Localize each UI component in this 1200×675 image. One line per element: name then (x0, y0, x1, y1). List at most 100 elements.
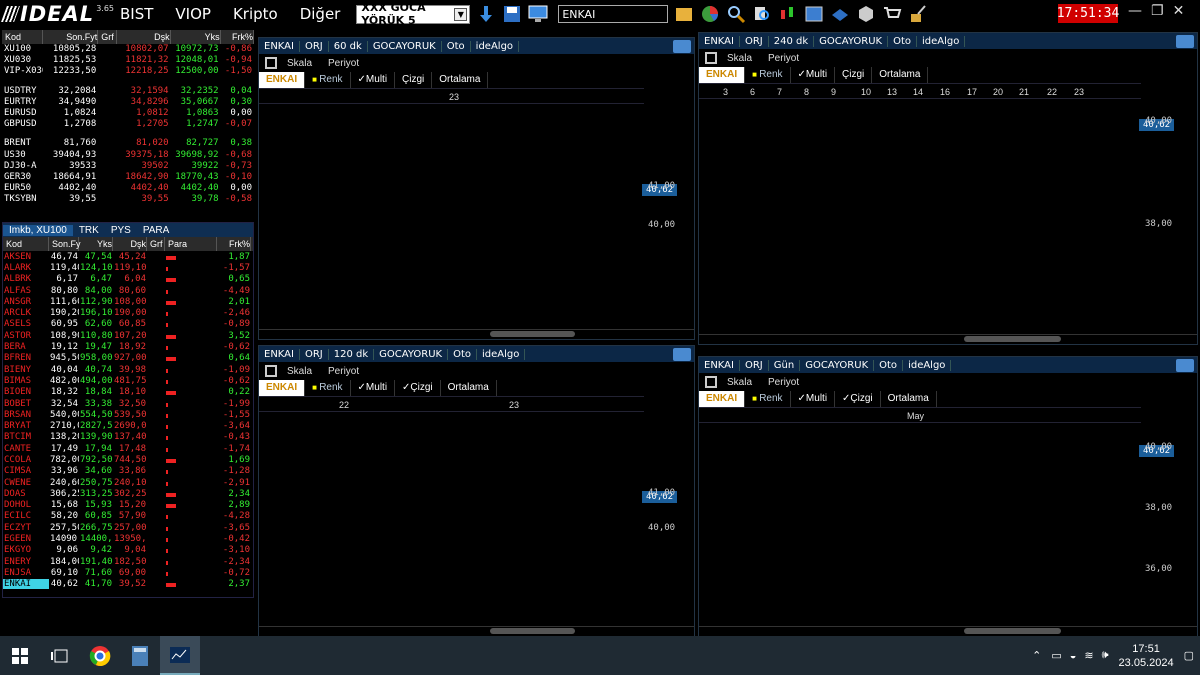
restore-icon[interactable]: ❐ (1151, 3, 1164, 19)
chart-scrollbar[interactable] (699, 626, 1197, 635)
scroll-thumb[interactable] (490, 331, 575, 337)
chart-tool-0[interactable]: Skala (287, 366, 312, 377)
network-icon[interactable]: ◒ (1070, 650, 1077, 662)
chart-title-item[interactable]: 120 dk (329, 348, 375, 360)
list-item[interactable]: DOAS 306,25313,25302,25 2,34 (3, 488, 253, 499)
chart-tab[interactable]: ENKAI (259, 380, 306, 396)
list-item[interactable]: ARCLK 190,20196,10190,00 -2,46 (3, 307, 253, 318)
save-icon[interactable] (705, 52, 717, 64)
chart-title-item[interactable]: ideAlgo (477, 348, 526, 360)
chart-scrollbar[interactable] (259, 329, 694, 338)
column-header[interactable]: Kod (3, 237, 49, 251)
list-item[interactable]: ECILC 58,20 60,85 57,90 -4,28 (3, 511, 253, 522)
list-item[interactable]: CANTE 17,49 17,94 17,48 -1,74 (3, 443, 253, 454)
table-row[interactable]: BRENT 81,760 81,020 82,727 0,38 (2, 138, 254, 149)
chart-tab[interactable]: Ortalama (432, 72, 489, 88)
table-row[interactable]: GER30 18664,91 18642,90 18770,43 -0,10 (2, 172, 254, 183)
list-item[interactable]: ENJSA 69,10 71,60 69,00 -0,72 (3, 567, 253, 578)
save-icon[interactable] (705, 376, 717, 388)
twitter-icon[interactable] (1176, 34, 1194, 48)
cart-icon[interactable] (882, 4, 902, 24)
table-row[interactable]: USDTRY 32,2084 32,1594 32,2352 0,04 (2, 86, 254, 97)
column-header[interactable]: Dşk (113, 237, 147, 251)
folder-icon[interactable] (674, 4, 694, 24)
column-header[interactable]: Frk% (221, 30, 254, 44)
chart-tool-1[interactable]: Periyot (328, 58, 359, 69)
chart-title-item[interactable]: Oto (888, 35, 918, 47)
chart-title-item[interactable]: ORJ (740, 35, 769, 47)
menu-viop[interactable]: VIOP (175, 5, 211, 23)
chevron-up-icon[interactable]: ⌃ (1032, 649, 1041, 662)
chart-title-item[interactable]: ORJ (300, 348, 329, 360)
chart-title-item[interactable]: Gün (769, 359, 801, 371)
chart-tab[interactable]: ENKAI (699, 67, 746, 83)
chart-tab[interactable]: Renk (305, 380, 351, 396)
table-row[interactable]: DJ30-A 39533 39502 39922 -0,73 (2, 161, 254, 172)
chart-title-item[interactable]: 60 dk (329, 40, 368, 52)
chart-title-item[interactable]: Oto (448, 348, 478, 360)
chart-tab[interactable]: Ortalama (872, 67, 929, 83)
list-item[interactable]: ASELS 60,95 62,60 60,85 -0,89 (3, 319, 253, 330)
chart-title-item[interactable]: Oto (442, 40, 471, 52)
chart-tab[interactable]: ✓Multi (791, 391, 836, 407)
table-row[interactable]: XU030 11825,53 11821,32 12048,01 -0,94 (2, 55, 254, 66)
pie-chart-icon[interactable] (700, 4, 720, 24)
chart-tool-0[interactable]: Skala (727, 53, 752, 64)
chart-tab[interactable]: ✓Multi (351, 72, 396, 88)
list-tab[interactable]: TRK (73, 225, 105, 236)
chart-tab[interactable]: Ortalama (441, 380, 497, 396)
chart-tab[interactable]: Renk (305, 72, 351, 88)
chart-title-item[interactable]: GOCAYORUK (374, 348, 449, 360)
chart-title-item[interactable]: ENKAI (699, 35, 740, 47)
list-item[interactable]: BERA 19,12 19,47 18,92 -0,62 (3, 341, 253, 352)
chrome-icon[interactable] (80, 636, 120, 675)
list-item[interactable]: EKGYO 9,06 9,42 9,04 -3,10 (3, 545, 253, 556)
list-item[interactable]: AKSEN 46,74 47,54 45,24 1,87 (3, 251, 253, 262)
list-tab[interactable]: PARA (137, 225, 176, 236)
candles-icon[interactable] (778, 4, 798, 24)
chart-tab[interactable]: Ortalama (881, 391, 937, 407)
symbol-input[interactable]: ENKAI (558, 5, 669, 23)
chart-title-item[interactable]: ideAlgo (471, 40, 520, 52)
menu-diger[interactable]: Diğer (300, 5, 341, 23)
chart-title-item[interactable]: 240 dk (769, 35, 815, 47)
chart-tab[interactable]: Renk (745, 391, 791, 407)
list-item[interactable]: ASTOR 108,90110,80107,20 3,52 (3, 330, 253, 341)
chart-title-item[interactable]: GOCAYORUK (814, 35, 889, 47)
column-header[interactable]: Grf (147, 237, 165, 251)
minimize-icon[interactable]: — (1128, 3, 1142, 19)
chart-scrollbar[interactable] (259, 626, 694, 635)
monitor-icon[interactable] (528, 4, 548, 24)
list-item[interactable]: CCOLA 782,00792,50744,50 1,69 (3, 454, 253, 465)
chart-tab[interactable]: ✓Multi (351, 380, 396, 396)
broom-icon[interactable] (908, 4, 928, 24)
list-item[interactable]: BIOEN 18,32 18,84 18,10 0,22 (3, 387, 253, 398)
column-header[interactable]: Grf (98, 30, 117, 44)
table-row[interactable]: EUR50 4402,40 4402,40 4402,40 0,00 (2, 183, 254, 194)
chart-tab[interactable]: ✓Multi (791, 67, 836, 83)
list-item[interactable]: BRSAN 540,00554,50539,50 -1,55 (3, 409, 253, 420)
chart-tab[interactable]: ✓Çizgi (395, 380, 441, 396)
chart-title-item[interactable]: ENKAI (259, 40, 300, 52)
menu-bist[interactable]: BIST (120, 5, 153, 23)
ideal-app-taskbar-icon[interactable] (160, 636, 200, 675)
chart-title-item[interactable]: ideAlgo (903, 359, 952, 371)
list-item[interactable]: CIMSA 33,96 34,60 33,86 -1,28 (3, 466, 253, 477)
chart-title-item[interactable]: ORJ (300, 40, 329, 52)
table-row[interactable]: GBPUSD 1,2708 1,2705 1,2747 -0,07 (2, 119, 254, 130)
save-icon[interactable] (265, 365, 277, 377)
twitter-icon[interactable] (673, 39, 691, 53)
list-item[interactable]: BIMAS 482,00494,00481,75 -0,62 (3, 375, 253, 386)
chart-title-item[interactable]: ideAlgo (917, 35, 966, 47)
chart-tab[interactable]: ENKAI (699, 391, 746, 407)
twitter-icon[interactable] (1176, 358, 1194, 372)
notification-icon[interactable]: ▢ (1184, 649, 1194, 662)
table-row[interactable]: VIP-X030 12233,50 12218,25 12500,00 -1,50 (2, 66, 254, 77)
tray-clock[interactable]: 17:51 23.05.2024 (1119, 642, 1174, 670)
table-row[interactable]: EURTRY 34,9490 34,8296 35,0667 0,30 (2, 97, 254, 108)
chart-tool-1[interactable]: Periyot (768, 377, 799, 388)
list-item[interactable]: ALBRK 6,17 6,47 6,04 0,65 (3, 274, 253, 285)
chart-title-item[interactable]: ENKAI (259, 348, 300, 360)
scroll-thumb[interactable] (490, 628, 575, 634)
menu-kripto[interactable]: Kripto (233, 5, 278, 23)
